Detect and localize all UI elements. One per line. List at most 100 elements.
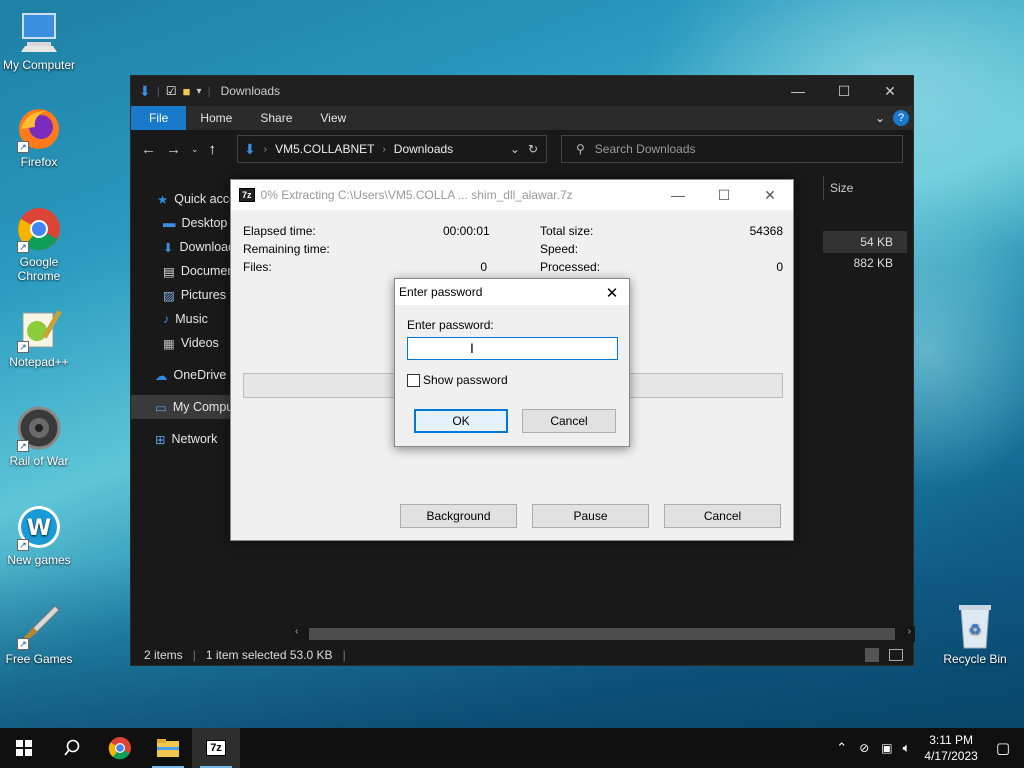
help-icon[interactable]: ? [893, 110, 909, 126]
desktop-icon-label: Free Games [5, 652, 73, 666]
computer-icon [15, 8, 63, 56]
desktop-icon-recycle-bin[interactable]: ♻ Recycle Bin [937, 602, 1013, 666]
elapsed-time-value: 00:00:01 [443, 224, 490, 238]
explorer-titlebar[interactable]: ⬇ | ☑ ■ ▾ | Downloads — ☐ ✕ [131, 76, 913, 106]
desktop-icon-new-games[interactable]: W ↗ New games [1, 503, 77, 567]
forward-arrow-icon[interactable]: → [166, 141, 181, 158]
password-field-label: Enter password: [407, 318, 494, 332]
close-button[interactable]: ✕ [867, 76, 913, 106]
desktop-icon-rail-of-war[interactable]: ↗ Rail of War [1, 404, 77, 468]
file-size-cell[interactable]: 882 KB [823, 252, 907, 274]
up-arrow-icon[interactable]: ↑ [209, 141, 217, 158]
taskbar-chrome[interactable] [96, 728, 144, 768]
item-count: 2 items [144, 647, 183, 662]
horizontal-scrollbar[interactable]: ‹ › [291, 626, 915, 642]
ok-button[interactable]: OK [414, 409, 508, 433]
scrollbar-thumb[interactable] [309, 628, 895, 640]
details-view-icon[interactable] [865, 647, 879, 662]
recent-locations-icon[interactable]: ⌄ [191, 144, 199, 155]
show-password-label[interactable]: Show password [423, 373, 508, 387]
notifications-icon[interactable]: ▢ [996, 739, 1010, 757]
search-box[interactable]: ⚲ Search Downloads [561, 135, 903, 163]
cancel-extraction-button[interactable]: Cancel [664, 504, 781, 528]
files-label: Files: [243, 260, 272, 274]
password-dialog-title: Enter password [395, 279, 629, 305]
breadcrumb-item[interactable]: Downloads [394, 142, 453, 156]
maximize-button[interactable]: ☐ [701, 180, 747, 210]
new-games-icon: W ↗ [15, 503, 63, 551]
speed-label: Speed: [540, 242, 579, 256]
processed-label: Processed: [540, 260, 601, 274]
clock[interactable]: 3:11 PM 4/17/2023 [924, 732, 977, 764]
taskbar-7zip[interactable]: 7z [192, 728, 240, 768]
pictures-icon: ▨ [163, 288, 175, 303]
system-tray: ⌃ ⊘ ▣ 🔈︎ 3:11 PM 4/17/2023 ▢ [830, 728, 1024, 768]
quick-access-toolbar-sep: | [207, 84, 211, 98]
clock-time: 3:11 PM [929, 733, 974, 747]
desktop-icon-notepadpp[interactable]: ↗ Notepad++ [1, 305, 77, 369]
chrome-icon: ↗ [15, 205, 63, 253]
column-header-size[interactable]: Size [823, 176, 907, 200]
show-hidden-icons-icon[interactable]: ⌃ [836, 740, 847, 756]
start-button[interactable] [0, 728, 48, 768]
desktop-icon: ▬ [163, 216, 176, 230]
network-disconnected-icon[interactable]: ⊘ [859, 741, 869, 755]
close-button[interactable]: ✕ [747, 180, 793, 210]
search-placeholder: Search Downloads [594, 142, 696, 156]
desktop-icon-label: New games [7, 553, 71, 567]
close-icon[interactable]: ✕ [601, 282, 623, 304]
star-icon: ★ [157, 192, 169, 207]
desktop-icon-chrome[interactable]: ↗ Google Chrome [1, 205, 77, 283]
network-icon: ⊞ [155, 432, 166, 447]
properties-icon[interactable]: ☑ [166, 84, 177, 98]
large-icons-view-icon[interactable] [889, 648, 903, 661]
taskbar: 7z ⌃ ⊘ ▣ 🔈︎ 3:11 PM 4/17/2023 ▢ [0, 728, 1024, 768]
scroll-right-icon[interactable]: › [908, 626, 911, 637]
minimize-button[interactable]: — [775, 76, 821, 106]
quick-access-toolbar-sep: | [156, 84, 160, 98]
volume-icon[interactable]: 🔈︎ [903, 740, 911, 756]
address-dropdown-icon[interactable]: ⌄ [510, 142, 520, 156]
7zip-logo-icon: 7z [239, 188, 255, 202]
status-bar: 2 items | 1 item selected 53.0 KB | [131, 642, 915, 667]
address-bar[interactable]: ⬇ › VM5.COLLABNET › Downloads ⌄ ↻ [237, 135, 547, 163]
file-size-cell[interactable]: 54 KB [823, 231, 907, 253]
search-icon [64, 739, 80, 756]
tab-file[interactable]: File [131, 106, 187, 130]
search-button[interactable] [48, 728, 96, 768]
customize-toolbar-icon[interactable]: ▾ [196, 86, 201, 97]
password-dialog[interactable]: Enter password ✕ Enter password: I Show … [394, 278, 630, 447]
cancel-button[interactable]: Cancel [522, 409, 616, 433]
desktop-icon-free-games[interactable]: ↗ Free Games [1, 602, 77, 666]
password-input[interactable] [407, 337, 618, 360]
maximize-button[interactable]: ☐ [821, 76, 867, 106]
recycle-bin-icon: ♻ [951, 602, 999, 650]
scroll-left-icon[interactable]: ‹ [295, 626, 298, 637]
new-folder-icon[interactable]: ■ [183, 84, 191, 99]
refresh-icon[interactable]: ↻ [528, 142, 538, 156]
window-title: Downloads [220, 84, 281, 98]
minimize-button[interactable]: — [655, 180, 701, 210]
breadcrumb-item[interactable]: VM5.COLLABNET [275, 142, 374, 156]
ribbon-expand-icon[interactable]: ⌄ [867, 106, 893, 130]
desktop-icon-my-computer[interactable]: My Computer [1, 8, 77, 72]
pause-button[interactable]: Pause [532, 504, 649, 528]
text-cursor-icon: I [470, 340, 474, 356]
tab-home[interactable]: Home [186, 106, 246, 130]
tab-view[interactable]: View [306, 106, 360, 130]
show-password-checkbox[interactable] [407, 374, 420, 387]
taskbar-file-explorer[interactable] [144, 728, 192, 768]
svg-text:W: W [27, 516, 51, 541]
tab-share[interactable]: Share [246, 106, 306, 130]
selection-info: 1 item selected 53.0 KB [205, 647, 333, 662]
back-arrow-icon[interactable]: ← [141, 141, 156, 158]
background-button[interactable]: Background [400, 504, 517, 528]
network-icon[interactable]: ▣ [881, 741, 892, 755]
music-icon: ♪ [163, 312, 170, 326]
remaining-time-label: Remaining time: [243, 242, 330, 256]
extraction-titlebar[interactable]: 7z 0% Extracting C:\Users\VM5.COLLA ... … [231, 180, 793, 210]
chrome-icon [108, 737, 131, 760]
sword-icon: ↗ [15, 602, 63, 650]
desktop-icon-firefox[interactable]: ↗ Firefox [1, 105, 77, 169]
elapsed-time-label: Elapsed time: [243, 224, 316, 238]
